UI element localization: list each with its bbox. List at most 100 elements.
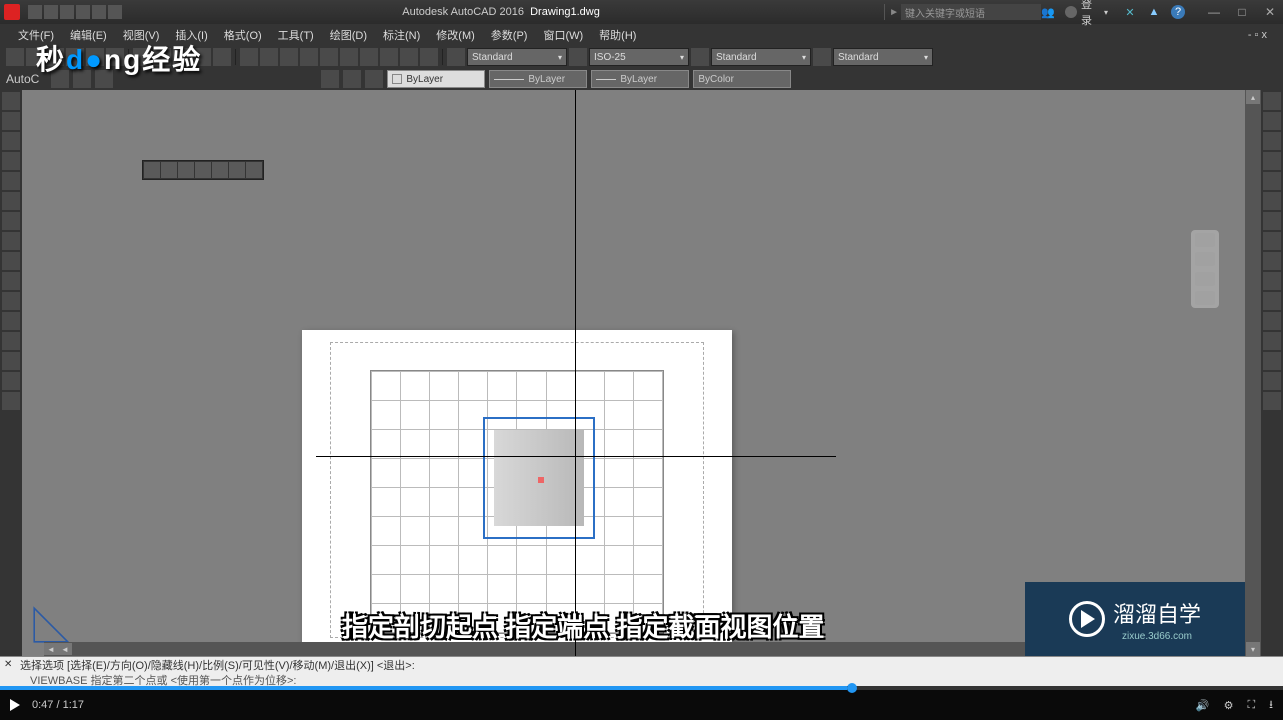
- insert-tool-icon[interactable]: [2, 352, 20, 370]
- view-bottom-icon[interactable]: [229, 162, 245, 178]
- modify-join-icon[interactable]: [1263, 332, 1281, 350]
- volume-icon[interactable]: 🔊: [1196, 699, 1210, 712]
- spline-tool-icon[interactable]: [2, 192, 20, 210]
- view-front-icon[interactable]: [161, 162, 177, 178]
- block-tool-icon[interactable]: [2, 332, 20, 350]
- fullscreen-icon[interactable]: ⛶: [1247, 699, 1255, 712]
- modify-erase-icon[interactable]: [1263, 92, 1281, 110]
- table-tool-icon[interactable]: [2, 292, 20, 310]
- modify-array-icon[interactable]: [1263, 172, 1281, 190]
- modify-fillet-icon[interactable]: [1263, 372, 1281, 390]
- tb-mlstyle-icon[interactable]: [813, 48, 831, 66]
- nav-orbit-icon[interactable]: [1195, 272, 1215, 286]
- linetype-combo[interactable]: ByLayer: [489, 70, 587, 88]
- app-icon[interactable]: [4, 4, 20, 20]
- modify-move-icon[interactable]: [1263, 192, 1281, 210]
- tb-textstyle-icon[interactable]: [447, 48, 465, 66]
- modify-extend-icon[interactable]: [1263, 292, 1281, 310]
- autodesk360-icon[interactable]: ▲: [1147, 5, 1161, 19]
- modify-explode-icon[interactable]: [1263, 392, 1281, 410]
- table-style-combo[interactable]: Standard: [711, 48, 811, 66]
- login-button[interactable]: 登录 ▾: [1065, 5, 1113, 19]
- modify-stretch-icon[interactable]: [1263, 252, 1281, 270]
- hatch-tool-icon[interactable]: [2, 232, 20, 250]
- gradient-tool-icon[interactable]: [2, 392, 20, 410]
- command-line[interactable]: ✕ 选择选项 [选择(E)/方向(O)/隐藏线(H)/比例(S)/可见性(V)/…: [0, 656, 1283, 686]
- tb-btn-13[interactable]: [260, 48, 278, 66]
- modify-break-icon[interactable]: [1263, 312, 1281, 330]
- navigation-bar[interactable]: [1191, 230, 1219, 308]
- text-style-combo[interactable]: Standard: [467, 48, 567, 66]
- color-combo[interactable]: ByLayer: [387, 70, 485, 88]
- progress-knob[interactable]: [847, 683, 857, 693]
- hscroll-left2-icon[interactable]: ◄: [58, 643, 72, 655]
- menu-window[interactable]: 窗口(W): [535, 25, 591, 45]
- mtext-tool-icon[interactable]: [2, 312, 20, 330]
- tb-btn-18[interactable]: [360, 48, 378, 66]
- tb2-btn-6[interactable]: [365, 70, 383, 88]
- point-tool-icon[interactable]: [2, 252, 20, 270]
- qat-open-icon[interactable]: [44, 5, 58, 19]
- tb-btn-19[interactable]: [380, 48, 398, 66]
- qat-save-icon[interactable]: [60, 5, 74, 19]
- menu-tools[interactable]: 工具(T): [270, 25, 322, 45]
- menu-modify[interactable]: 修改(M): [428, 25, 483, 45]
- region-tool-icon[interactable]: [2, 272, 20, 290]
- cmdbar-close-icon[interactable]: ✕: [4, 659, 12, 670]
- menu-help[interactable]: 帮助(H): [591, 25, 644, 45]
- minimize-button[interactable]: —: [1207, 5, 1221, 19]
- dim-style-combo[interactable]: ISO-25: [589, 48, 689, 66]
- menu-format[interactable]: 格式(O): [216, 25, 270, 45]
- exchange-icon[interactable]: ✕: [1123, 5, 1137, 19]
- vscroll-up-icon[interactable]: ▴: [1246, 90, 1260, 104]
- modify-trim-icon[interactable]: [1263, 272, 1281, 290]
- infocenter-icon[interactable]: 👥: [1041, 5, 1055, 19]
- menu-parametric[interactable]: 参数(P): [483, 25, 536, 45]
- tb2-btn-5[interactable]: [343, 70, 361, 88]
- rect-tool-icon[interactable]: [2, 172, 20, 190]
- vertical-scrollbar[interactable]: ▴ ▾: [1245, 90, 1261, 656]
- download-icon[interactable]: ⭳: [1269, 696, 1273, 715]
- close-button[interactable]: ✕: [1263, 5, 1277, 19]
- arc-tool-icon[interactable]: [2, 152, 20, 170]
- modify-scale-icon[interactable]: [1263, 232, 1281, 250]
- progress-bar[interactable]: [0, 686, 1283, 690]
- tb2-btn-4[interactable]: [321, 70, 339, 88]
- menu-dimension[interactable]: 标注(N): [375, 25, 428, 45]
- plotstyle-combo[interactable]: ByColor: [693, 70, 791, 88]
- help-icon[interactable]: ?: [1171, 5, 1185, 19]
- view-back-icon[interactable]: [212, 162, 228, 178]
- tb-btn-15[interactable]: [300, 48, 318, 66]
- vscroll-down-icon[interactable]: ▾: [1246, 642, 1260, 656]
- tb-tablestyle-icon[interactable]: [691, 48, 709, 66]
- tb-btn-17[interactable]: [340, 48, 358, 66]
- modify-copy-icon[interactable]: [1263, 112, 1281, 130]
- line-tool-icon[interactable]: [2, 92, 20, 110]
- hscroll-left-icon[interactable]: ◄: [44, 643, 58, 655]
- view-iso-icon[interactable]: [246, 162, 262, 178]
- tb-btn-1[interactable]: [6, 48, 24, 66]
- play-button[interactable]: [10, 699, 20, 711]
- ml-style-combo[interactable]: Standard: [833, 48, 933, 66]
- pline-tool-icon[interactable]: [2, 112, 20, 130]
- modify-mirror-icon[interactable]: [1263, 132, 1281, 150]
- tb-btn-20[interactable]: [400, 48, 418, 66]
- qat-print-icon[interactable]: [76, 5, 90, 19]
- modify-offset-icon[interactable]: [1263, 152, 1281, 170]
- tb-btn-12[interactable]: [240, 48, 258, 66]
- modify-chamfer-icon[interactable]: [1263, 352, 1281, 370]
- nav-wheel-icon[interactable]: [1195, 291, 1215, 305]
- tb-btn-16[interactable]: [320, 48, 338, 66]
- view-left-icon[interactable]: [178, 162, 194, 178]
- nav-pan-icon[interactable]: [1195, 233, 1215, 247]
- lineweight-combo[interactable]: ByLayer: [591, 70, 689, 88]
- modify-rotate-icon[interactable]: [1263, 212, 1281, 230]
- canvas[interactable]: 指定剖切起点 指定端点 指定截面视图位置 溜溜自学zixue.3d66.com …: [22, 90, 1245, 656]
- donut-tool-icon[interactable]: [2, 372, 20, 390]
- nav-zoom-icon[interactable]: [1195, 252, 1215, 266]
- qat-undo-icon[interactable]: [92, 5, 106, 19]
- tb-dimstyle-icon[interactable]: [569, 48, 587, 66]
- tb-btn-21[interactable]: [420, 48, 438, 66]
- menu-close-doc[interactable]: - ▫ x: [1240, 27, 1275, 43]
- circle-tool-icon[interactable]: [2, 132, 20, 150]
